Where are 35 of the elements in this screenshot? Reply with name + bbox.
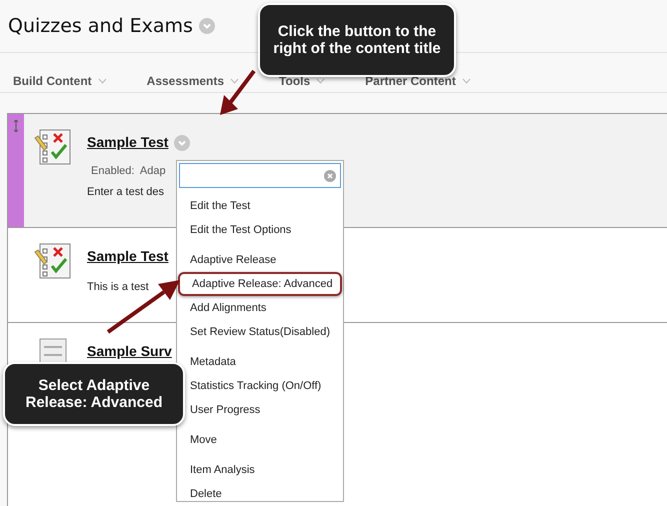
nav-menu[interactable]: Build Content bbox=[13, 72, 107, 90]
item-title-link[interactable]: Sample Surv bbox=[87, 341, 172, 362]
menu-item[interactable]: Add Alignments bbox=[177, 296, 343, 320]
menu-item[interactable]: Item Analysis bbox=[177, 458, 343, 482]
menu-item[interactable]: Edit the Test Options bbox=[177, 218, 343, 242]
caret-icon bbox=[462, 78, 471, 84]
test-checklist-icon bbox=[34, 128, 72, 166]
test-checklist-icon bbox=[34, 242, 72, 280]
callout-text: Click the button to the right of the content title bbox=[272, 23, 442, 57]
page-title: Quizzes and Exams bbox=[8, 14, 193, 39]
menu-item[interactable]: Move bbox=[177, 428, 343, 452]
item-title-link[interactable]: Sample Test bbox=[87, 132, 168, 153]
item-status: Enabled: Adap bbox=[91, 164, 167, 179]
title-options-button[interactable] bbox=[198, 18, 215, 34]
caret-icon bbox=[230, 78, 240, 84]
menu-item[interactable]: Adaptive Release: Advanced bbox=[178, 272, 342, 296]
item-options-button[interactable] bbox=[174, 134, 190, 150]
clear-icon[interactable] bbox=[324, 170, 336, 182]
menu-item[interactable]: Adaptive Release bbox=[177, 248, 343, 272]
nav-menu[interactable]: Tools bbox=[279, 72, 326, 90]
menu-item[interactable]: Set Review Status(Disabled) bbox=[177, 320, 343, 344]
chevron-down-icon bbox=[202, 21, 212, 31]
callout-text: Select Adaptive Release: Advanced bbox=[24, 377, 164, 411]
menu-item[interactable]: Edit the Test bbox=[177, 194, 343, 218]
nav-menu[interactable]: Partner Content bbox=[365, 72, 471, 90]
item-description: This is a test bbox=[87, 280, 150, 295]
resize-arrows-icon bbox=[14, 120, 18, 132]
caret-icon bbox=[316, 78, 326, 84]
item-description: Enter a test des bbox=[87, 184, 166, 200]
menu-item[interactable]: Delete bbox=[177, 482, 343, 506]
item-title-link[interactable]: Sample Test bbox=[87, 246, 168, 267]
drag-handle[interactable] bbox=[8, 114, 24, 227]
caret-icon bbox=[98, 78, 107, 84]
nav-menu[interactable]: Assessments bbox=[146, 72, 240, 90]
menu-search-field[interactable] bbox=[179, 163, 341, 188]
